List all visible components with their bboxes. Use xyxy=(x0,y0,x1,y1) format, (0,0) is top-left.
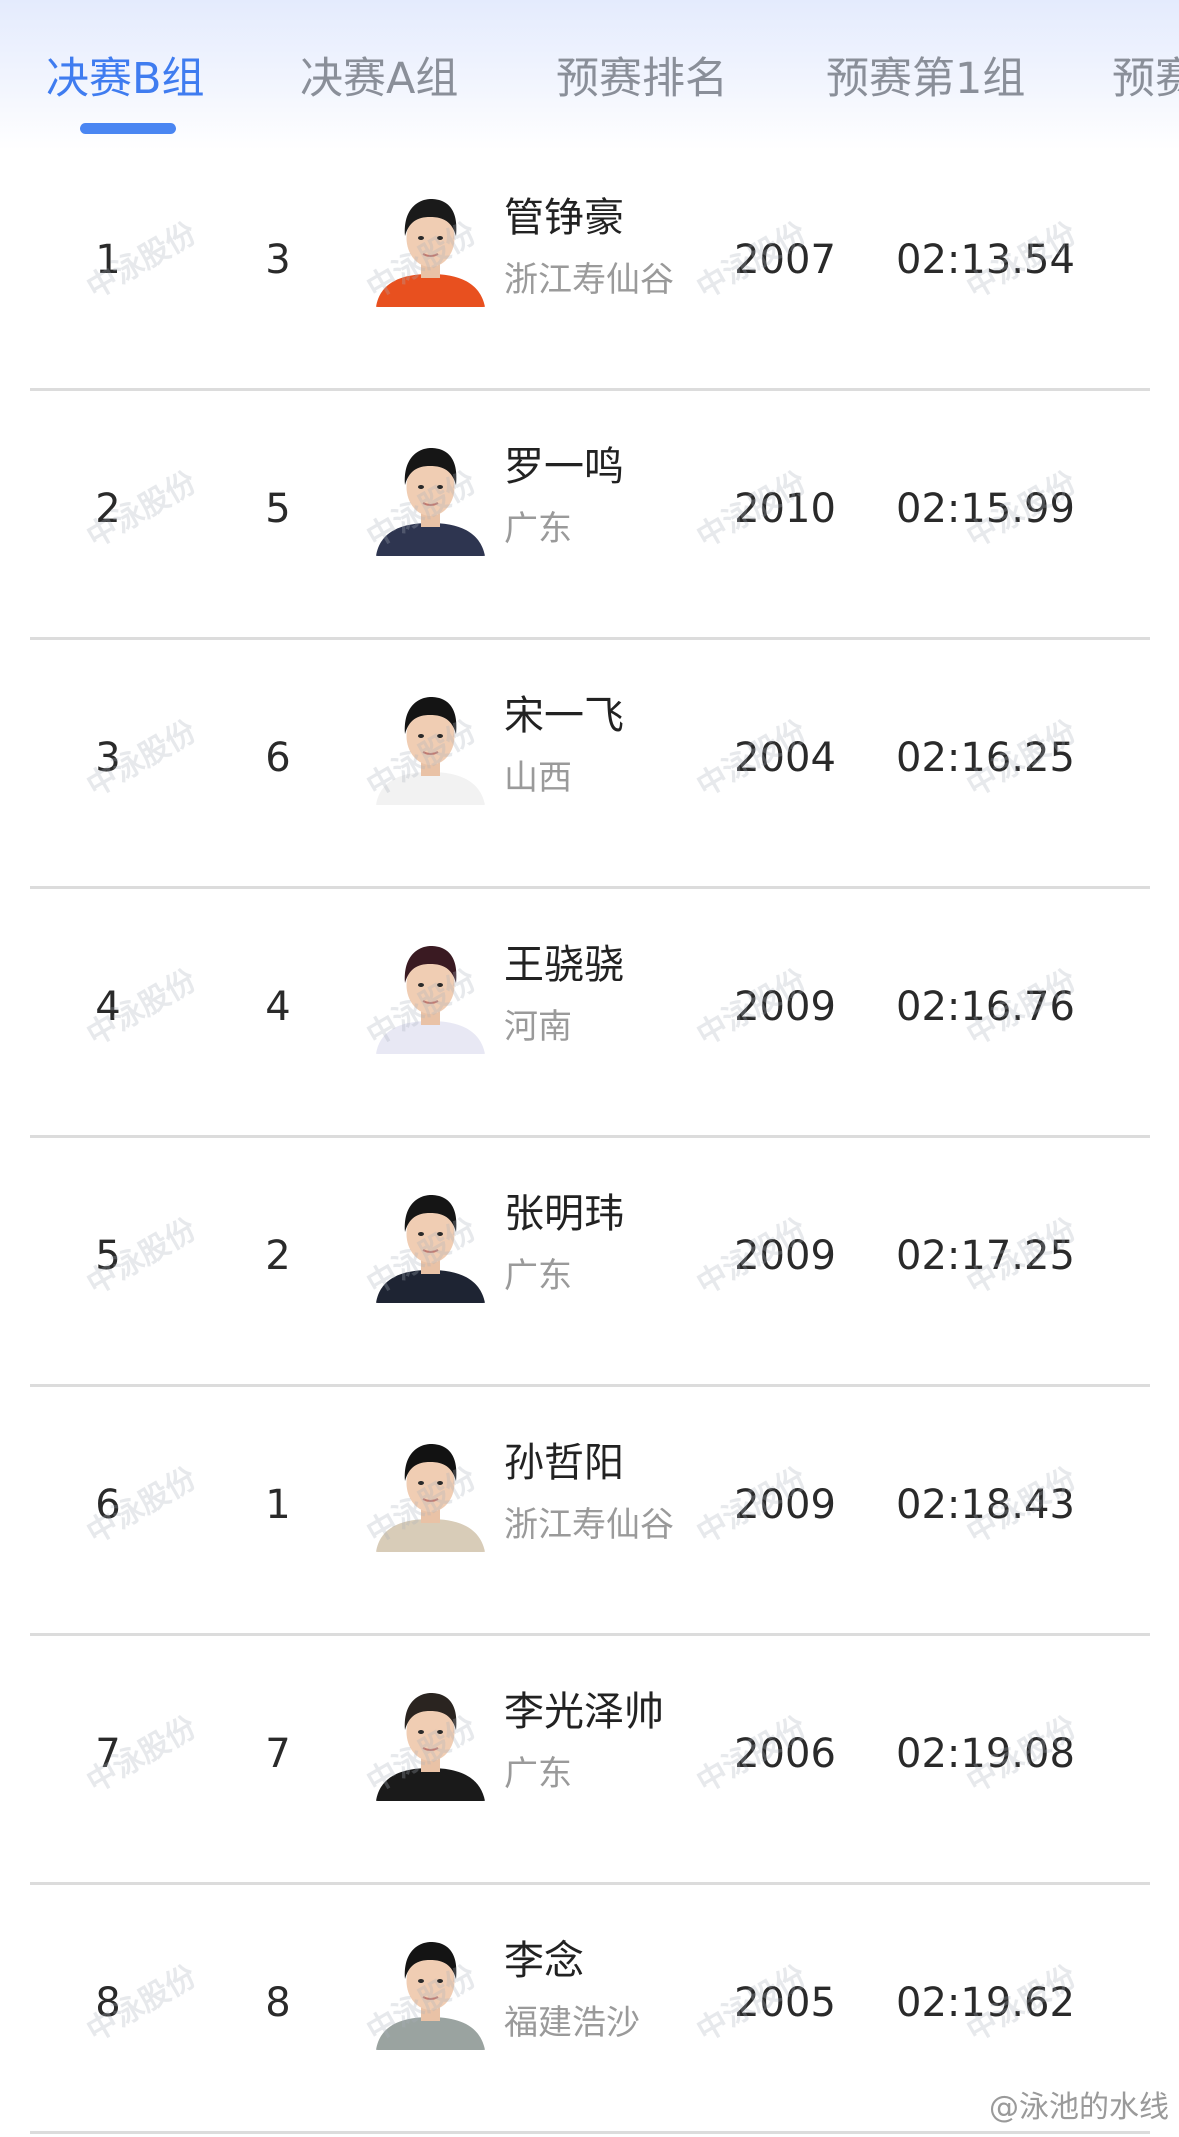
result-row[interactable]: 3 6 宋一飞 山西 2004 02:16.25 中泳股份 中泳股份 中泳股份 中泳股… xyxy=(0,639,1179,888)
tab-prelim-ranking[interactable]: 预赛排名 xyxy=(556,50,728,108)
active-tab-indicator xyxy=(80,123,176,134)
athlete-avatar xyxy=(372,1435,489,1552)
result-time: 02:19.08 xyxy=(896,1731,1075,1777)
rank-cell: 6 xyxy=(95,1482,121,1528)
athlete-name: 李念 xyxy=(504,1938,584,1984)
athlete-name: 孙哲阳 xyxy=(504,1440,624,1486)
athlete-team: 河南 xyxy=(504,1007,572,1047)
athlete-team: 山西 xyxy=(504,758,572,798)
result-time: 02:15.99 xyxy=(896,486,1075,532)
result-time: 02:18.43 xyxy=(896,1482,1075,1528)
result-row[interactable]: 4 4 王骁骁 河南 2009 02:16.76 中泳股份 中泳股份 中泳股份 中泳股… xyxy=(0,888,1179,1137)
tab-prelim-more[interactable]: 预赛 xyxy=(1112,50,1179,108)
athlete-name: 李光泽帅 xyxy=(504,1689,664,1735)
result-row[interactable]: 2 5 罗一鸣 广东 2010 02:15.99 中泳股份 中泳股份 中泳股份 中泳股… xyxy=(0,390,1179,639)
birth-year: 2007 xyxy=(734,237,836,283)
lane-cell: 7 xyxy=(265,1731,291,1777)
rank-cell: 1 xyxy=(95,237,121,283)
result-row[interactable]: 7 7 李光泽帅 广东 2006 02:19.08 中泳股份 中泳股份 中泳股份 中泳… xyxy=(0,1635,1179,1884)
athlete-name: 罗一鸣 xyxy=(504,444,624,490)
result-time: 02:19.62 xyxy=(896,1980,1075,2026)
birth-year: 2009 xyxy=(734,1233,836,1279)
rank-cell: 3 xyxy=(95,735,121,781)
rank-cell: 7 xyxy=(95,1731,121,1777)
result-row[interactable]: 5 2 张明玮 广东 2009 02:17.25 中泳股份 中泳股份 中泳股份 中泳股… xyxy=(0,1137,1179,1386)
birth-year: 2009 xyxy=(734,1482,836,1528)
athlete-team: 福建浩沙 xyxy=(504,2003,640,2043)
lane-cell: 1 xyxy=(265,1482,291,1528)
birth-year: 2006 xyxy=(734,1731,836,1777)
birth-year: 2010 xyxy=(734,486,836,532)
athlete-avatar xyxy=(372,1933,489,2050)
weibo-credit: @泳池的水线 xyxy=(989,2090,1169,2125)
athlete-name: 张明玮 xyxy=(504,1191,624,1237)
tab-prelim-group-1[interactable]: 预赛第1组 xyxy=(826,50,1025,108)
athlete-avatar xyxy=(372,1684,489,1801)
athlete-name: 管铮豪 xyxy=(504,195,624,241)
athlete-team: 浙江寿仙谷 xyxy=(504,260,674,300)
lane-cell: 2 xyxy=(265,1233,291,1279)
athlete-avatar xyxy=(372,439,489,556)
lane-cell: 6 xyxy=(265,735,291,781)
result-time: 02:17.25 xyxy=(896,1233,1075,1279)
athlete-name: 王骁骁 xyxy=(504,942,624,988)
athlete-team: 广东 xyxy=(504,1256,572,1296)
result-row[interactable]: 1 3 管铮豪 浙江寿仙谷 2007 02:13.54 中泳股份 中泳股份 中泳股份… xyxy=(0,141,1179,390)
tab-final-a[interactable]: 决赛A组 xyxy=(300,50,458,108)
result-time: 02:16.76 xyxy=(896,984,1075,1030)
lane-cell: 8 xyxy=(265,1980,291,2026)
result-time: 02:16.25 xyxy=(896,735,1075,781)
rank-cell: 4 xyxy=(95,984,121,1030)
lane-cell: 3 xyxy=(265,237,291,283)
rank-cell: 5 xyxy=(95,1233,121,1279)
tab-bar: 决赛B组 决赛A组 预赛排名 预赛第1组 预赛 xyxy=(0,0,1179,150)
athlete-avatar xyxy=(372,688,489,805)
result-row[interactable]: 6 1 孙哲阳 浙江寿仙谷 2009 02:18.43 中泳股份 中泳股份 中泳股份… xyxy=(0,1386,1179,1635)
athlete-team: 浙江寿仙谷 xyxy=(504,1505,674,1545)
birth-year: 2004 xyxy=(734,735,836,781)
birth-year: 2005 xyxy=(734,1980,836,2026)
lane-cell: 4 xyxy=(265,984,291,1030)
birth-year: 2009 xyxy=(734,984,836,1030)
athlete-avatar xyxy=(372,190,489,307)
athlete-team: 广东 xyxy=(504,509,572,549)
result-time: 02:13.54 xyxy=(896,237,1075,283)
athlete-team: 广东 xyxy=(504,1754,572,1794)
athlete-avatar xyxy=(372,937,489,1054)
lane-cell: 5 xyxy=(265,486,291,532)
tab-final-b[interactable]: 决赛B组 xyxy=(46,50,205,108)
row-divider xyxy=(30,2131,1150,2134)
rank-cell: 2 xyxy=(95,486,121,532)
athlete-avatar xyxy=(372,1186,489,1303)
athlete-name: 宋一飞 xyxy=(504,693,624,739)
rank-cell: 8 xyxy=(95,1980,121,2026)
